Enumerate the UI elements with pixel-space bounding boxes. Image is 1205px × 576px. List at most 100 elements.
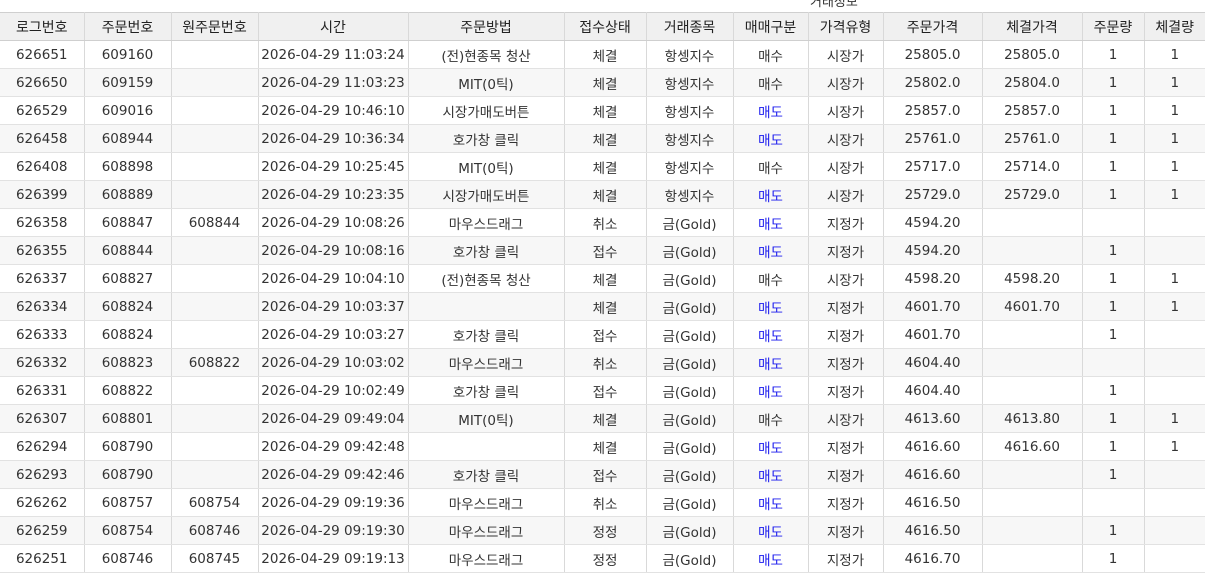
table-body: 626651 609160 2026-04-29 11:03:24 (전)현종목 청산… bbox=[0, 40, 1205, 573]
cell-time: 2026-04-29 09:19:13 bbox=[258, 544, 409, 573]
cell-receipt-status: 체결 bbox=[564, 152, 647, 181]
cell-order-no: 608801 bbox=[84, 404, 172, 433]
cell-orig-order-no bbox=[171, 404, 259, 433]
column-header-price-type[interactable]: 가격유형 bbox=[808, 12, 884, 41]
table-row[interactable]: 626408 608898 2026-04-29 10:25:45 MIT(0틱) 체결… bbox=[0, 152, 1205, 181]
cell-side: 매도 bbox=[733, 460, 809, 489]
cell-log-no: 626337 bbox=[0, 264, 85, 293]
cell-time: 2026-04-29 10:36:34 bbox=[258, 124, 409, 153]
cell-price-type: 지정가 bbox=[808, 376, 884, 405]
cell-fill-qty: 1 bbox=[1144, 180, 1205, 209]
cell-receipt-status: 취소 bbox=[564, 348, 647, 377]
cell-order-no: 608824 bbox=[84, 292, 172, 321]
table-row[interactable]: 626331 608822 2026-04-29 10:02:49 호가창 클릭 접수 금… bbox=[0, 376, 1205, 405]
cell-orig-order-no bbox=[171, 292, 259, 321]
cell-instrument: 금(Gold) bbox=[646, 264, 734, 293]
cell-receipt-status: 체결 bbox=[564, 264, 647, 293]
cell-log-no: 626651 bbox=[0, 40, 85, 69]
cell-time: 2026-04-29 10:25:45 bbox=[258, 152, 409, 181]
table-row[interactable]: 626259 608754 608746 2026-04-29 09:19:30 마우스… bbox=[0, 516, 1205, 545]
cell-receipt-status: 체결 bbox=[564, 404, 647, 433]
table-row[interactable]: 626262 608757 608754 2026-04-29 09:19:36 마우스… bbox=[0, 488, 1205, 517]
cell-order-no: 608944 bbox=[84, 124, 172, 153]
cell-log-no: 626307 bbox=[0, 404, 85, 433]
cell-fill-qty: 1 bbox=[1144, 292, 1205, 321]
cell-instrument: 금(Gold) bbox=[646, 432, 734, 461]
cell-orig-order-no bbox=[171, 124, 259, 153]
column-header-time[interactable]: 시간 bbox=[258, 12, 409, 41]
cell-log-no: 626529 bbox=[0, 96, 85, 125]
table-row[interactable]: 626293 608790 2026-04-29 09:42:46 호가창 클릭 접수 금… bbox=[0, 460, 1205, 489]
cell-fill-qty bbox=[1144, 236, 1205, 265]
cell-receipt-status: 체결 bbox=[564, 68, 647, 97]
cell-side: 매수 bbox=[733, 404, 809, 433]
cell-receipt-status: 체결 bbox=[564, 40, 647, 69]
section-title: 거래정보 bbox=[810, 0, 858, 10]
table-row[interactable]: 626529 609016 2026-04-29 10:46:10 시장가매도버튼 체결… bbox=[0, 96, 1205, 125]
cell-log-no: 626399 bbox=[0, 180, 85, 209]
cell-order-price: 4598.20 bbox=[883, 264, 983, 293]
cell-time: 2026-04-29 09:19:30 bbox=[258, 516, 409, 545]
column-header-instrument[interactable]: 거래종목 bbox=[646, 12, 734, 41]
cell-log-no: 626458 bbox=[0, 124, 85, 153]
cell-log-no: 626251 bbox=[0, 544, 85, 573]
column-header-log-no[interactable]: 로그번호 bbox=[0, 12, 85, 41]
cell-side: 매도 bbox=[733, 348, 809, 377]
column-header-order-no[interactable]: 주문번호 bbox=[84, 12, 172, 41]
cell-order-qty: 1 bbox=[1082, 236, 1145, 265]
column-header-order-price[interactable]: 주문가격 bbox=[883, 12, 983, 41]
cell-orig-order-no: 608844 bbox=[171, 208, 259, 237]
cell-instrument: 항셍지수 bbox=[646, 124, 734, 153]
cell-price-type: 지정가 bbox=[808, 432, 884, 461]
cell-fill-price bbox=[982, 488, 1083, 517]
column-header-orig-order-no[interactable]: 원주문번호 bbox=[171, 12, 259, 41]
table-row[interactable]: 626251 608746 608745 2026-04-29 09:19:13 마우스… bbox=[0, 544, 1205, 573]
cell-order-no: 608898 bbox=[84, 152, 172, 181]
column-header-fill-price[interactable]: 체결가격 bbox=[982, 12, 1083, 41]
cell-orig-order-no: 608754 bbox=[171, 488, 259, 517]
cell-order-no: 608790 bbox=[84, 432, 172, 461]
cell-time: 2026-04-29 10:03:37 bbox=[258, 292, 409, 321]
cell-order-price: 25805.0 bbox=[883, 40, 983, 69]
cell-order-no: 608823 bbox=[84, 348, 172, 377]
table-row[interactable]: 626294 608790 2026-04-29 09:42:48 체결 금(Gold)… bbox=[0, 432, 1205, 461]
cell-receipt-status: 체결 bbox=[564, 96, 647, 125]
cell-order-no: 608746 bbox=[84, 544, 172, 573]
column-header-fill-qty[interactable]: 체결량 bbox=[1144, 12, 1205, 41]
cell-order-price: 4616.50 bbox=[883, 488, 983, 517]
column-header-side[interactable]: 매매구분 bbox=[733, 12, 809, 41]
cell-order-method: 호가창 클릭 bbox=[408, 376, 565, 405]
cell-fill-price bbox=[982, 320, 1083, 349]
cell-log-no: 626293 bbox=[0, 460, 85, 489]
cell-side: 매도 bbox=[733, 516, 809, 545]
cell-order-method: 시장가매도버튼 bbox=[408, 180, 565, 209]
table-row[interactable]: 626355 608844 2026-04-29 10:08:16 호가창 클릭 접수 금… bbox=[0, 236, 1205, 265]
cell-fill-price: 25729.0 bbox=[982, 180, 1083, 209]
table-row[interactable]: 626337 608827 2026-04-29 10:04:10 (전)현종목 청산… bbox=[0, 264, 1205, 293]
table-row[interactable]: 626651 609160 2026-04-29 11:03:24 (전)현종목 청산… bbox=[0, 40, 1205, 69]
cell-price-type: 지정가 bbox=[808, 488, 884, 517]
table-row[interactable]: 626650 609159 2026-04-29 11:03:23 MIT(0틱) 체결… bbox=[0, 68, 1205, 97]
table-row[interactable]: 626458 608944 2026-04-29 10:36:34 호가창 클릭 체결 항… bbox=[0, 124, 1205, 153]
cell-time: 2026-04-29 09:49:04 bbox=[258, 404, 409, 433]
cell-price-type: 지정가 bbox=[808, 348, 884, 377]
table-row[interactable]: 626307 608801 2026-04-29 09:49:04 MIT(0틱) 체결… bbox=[0, 404, 1205, 433]
cell-instrument: 금(Gold) bbox=[646, 488, 734, 517]
table-row[interactable]: 626334 608824 2026-04-29 10:03:37 체결 금(Gold)… bbox=[0, 292, 1205, 321]
cell-instrument: 항셍지수 bbox=[646, 180, 734, 209]
column-header-receipt-status[interactable]: 접수상태 bbox=[564, 12, 647, 41]
table-row[interactable]: 626358 608847 608844 2026-04-29 10:08:26 마우스… bbox=[0, 208, 1205, 237]
column-header-order-method[interactable]: 주문방법 bbox=[408, 12, 565, 41]
column-header-order-qty[interactable]: 주문량 bbox=[1082, 12, 1145, 41]
table-row[interactable]: 626399 608889 2026-04-29 10:23:35 시장가매도버튼 체결… bbox=[0, 180, 1205, 209]
cell-log-no: 626334 bbox=[0, 292, 85, 321]
cell-receipt-status: 접수 bbox=[564, 320, 647, 349]
table-row[interactable]: 626332 608823 608822 2026-04-29 10:03:02 마우스… bbox=[0, 348, 1205, 377]
cell-order-qty: 1 bbox=[1082, 264, 1145, 293]
cell-fill-qty bbox=[1144, 460, 1205, 489]
cell-receipt-status: 체결 bbox=[564, 180, 647, 209]
cell-time: 2026-04-29 11:03:23 bbox=[258, 68, 409, 97]
table-row[interactable]: 626333 608824 2026-04-29 10:03:27 호가창 클릭 접수 금… bbox=[0, 320, 1205, 349]
cell-orig-order-no bbox=[171, 432, 259, 461]
cell-receipt-status: 취소 bbox=[564, 488, 647, 517]
